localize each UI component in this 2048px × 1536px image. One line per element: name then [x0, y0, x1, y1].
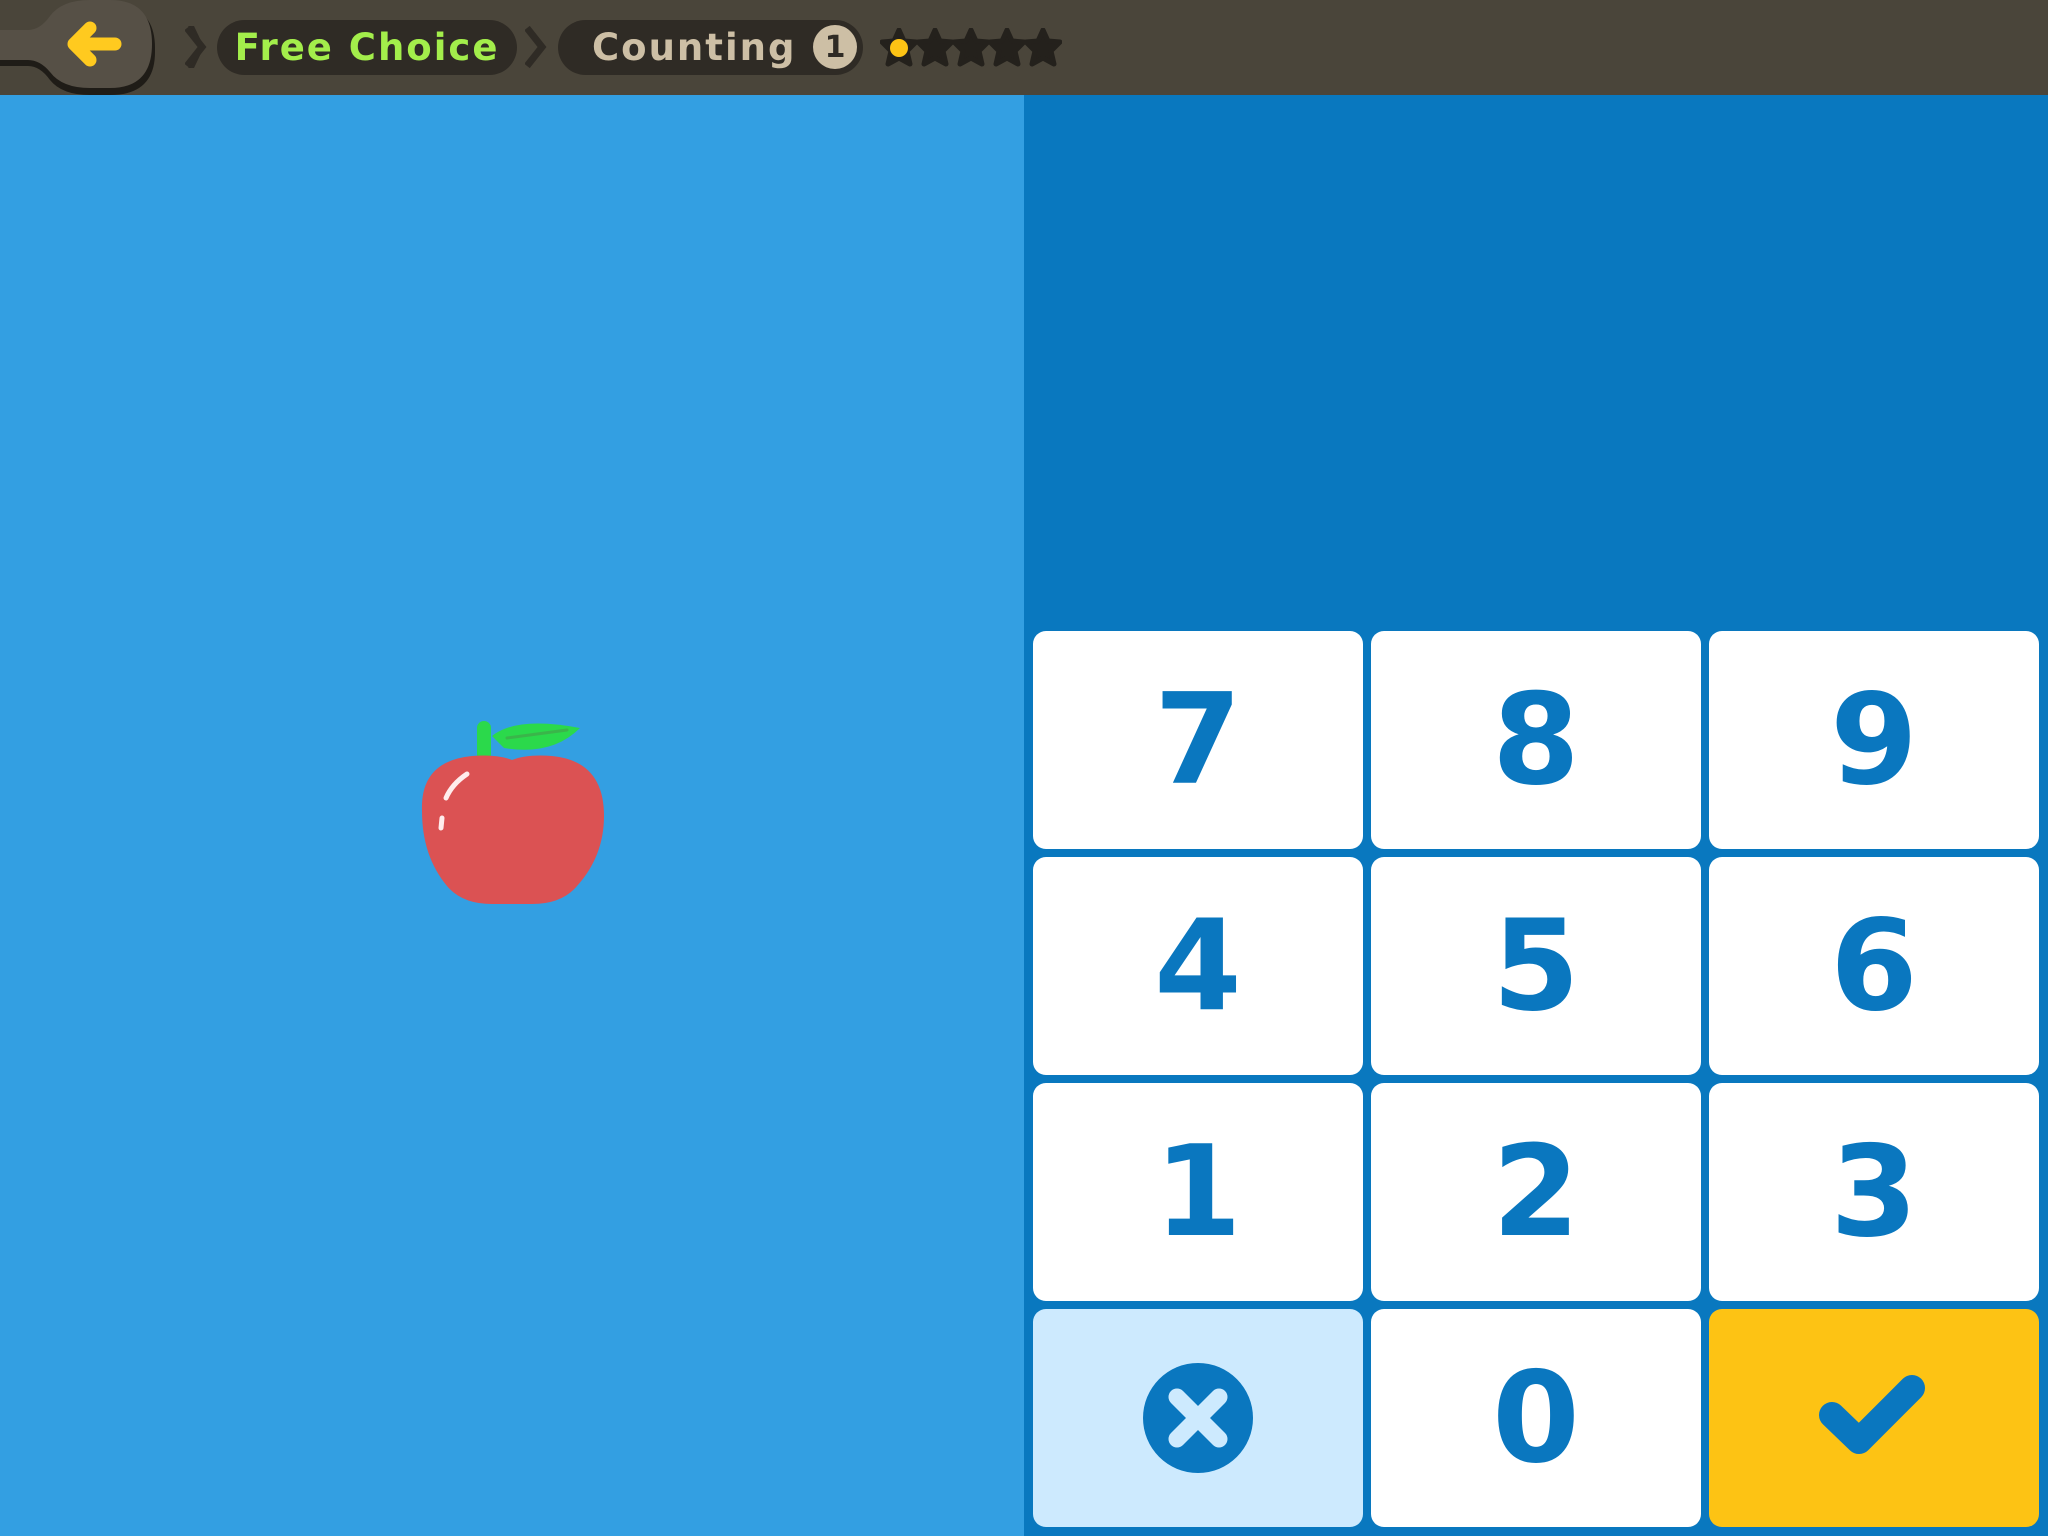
top-bar: Free Choice Counting 1	[0, 0, 2048, 95]
breadcrumb-counting[interactable]: Counting 1	[558, 20, 863, 75]
digit-key-2[interactable]: 2	[1371, 1083, 1701, 1301]
breadcrumb-chevron-icon	[185, 25, 207, 69]
breadcrumb-free-choice[interactable]: Free Choice	[217, 20, 517, 75]
digit-label: 4	[1154, 892, 1242, 1039]
submit-button[interactable]	[1709, 1309, 2039, 1527]
digit-label: 2	[1492, 1118, 1580, 1265]
breadcrumb-chevron-icon	[525, 25, 547, 69]
digit-key-0[interactable]: 0	[1371, 1309, 1701, 1527]
digit-key-7[interactable]: 7	[1033, 631, 1363, 849]
apple-icon	[421, 721, 604, 904]
digit-key-8[interactable]: 8	[1371, 631, 1701, 849]
check-icon	[1819, 1375, 1925, 1454]
digit-label: 6	[1830, 892, 1918, 1039]
digit-key-1[interactable]: 1	[1033, 1083, 1363, 1301]
digit-key-9[interactable]: 9	[1709, 631, 2039, 849]
digit-label: 8	[1492, 666, 1580, 813]
digit-key-6[interactable]: 6	[1709, 857, 2039, 1075]
answer-display	[1024, 95, 2048, 625]
breadcrumb-counting-label: Counting	[592, 26, 797, 69]
digit-label: 7	[1154, 666, 1242, 813]
progress-stars	[880, 28, 1062, 68]
clear-icon	[1143, 1363, 1253, 1473]
progress-star-icon	[880, 28, 918, 67]
breadcrumb-free-choice-label: Free Choice	[234, 26, 500, 69]
back-button[interactable]	[0, 0, 160, 95]
progress-star-icon	[988, 28, 1026, 67]
level-badge: 1	[813, 25, 857, 69]
progress-dot	[890, 39, 908, 57]
digit-label: 1	[1154, 1118, 1242, 1265]
digit-key-3[interactable]: 3	[1709, 1083, 2039, 1301]
progress-star-icon	[916, 28, 954, 67]
digit-key-4[interactable]: 4	[1033, 857, 1363, 1075]
progress-star-icon	[952, 28, 990, 67]
digit-label: 0	[1492, 1344, 1580, 1491]
progress-star-icon	[1024, 28, 1062, 67]
digit-label: 5	[1492, 892, 1580, 1039]
back-button-shape	[0, 0, 155, 95]
digit-label: 3	[1830, 1118, 1918, 1265]
digit-label: 9	[1830, 666, 1918, 813]
clear-button[interactable]	[1033, 1309, 1363, 1527]
digit-key-5[interactable]: 5	[1371, 857, 1701, 1075]
